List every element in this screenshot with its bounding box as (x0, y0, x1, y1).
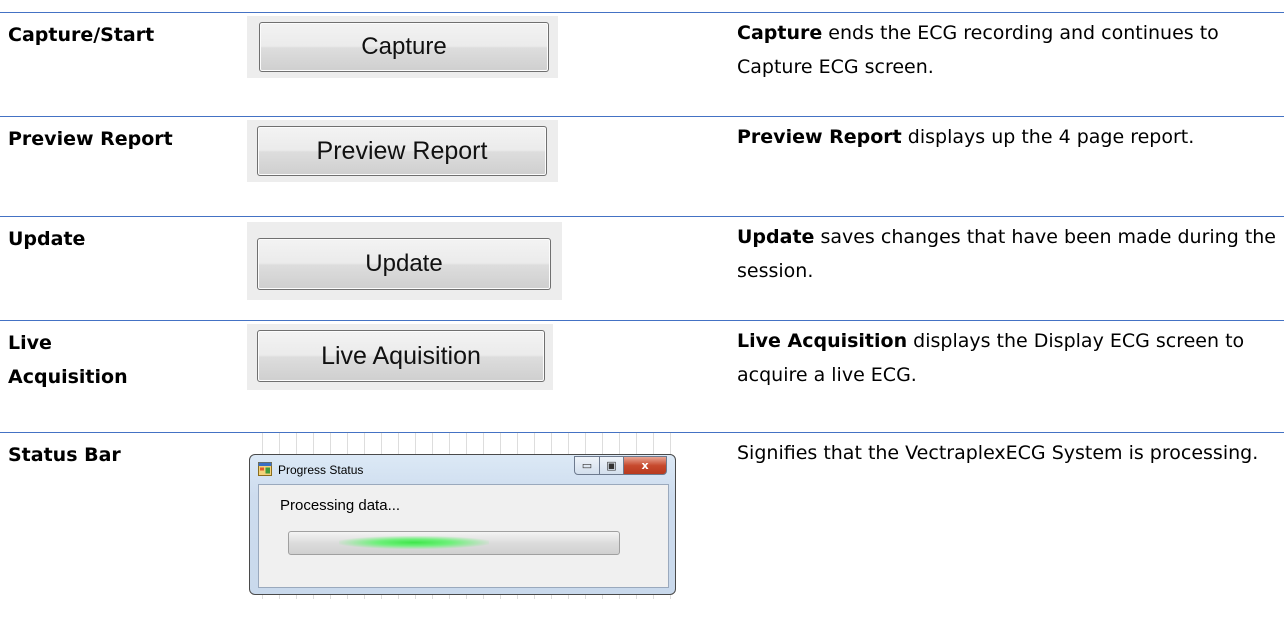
term-label: Capture/Start (8, 24, 155, 46)
capture-button[interactable]: Capture (259, 22, 549, 72)
progress-bar (288, 531, 620, 555)
desc-bold: Preview Report (737, 126, 902, 148)
row-description: Capture ends the ECG recording and conti… (737, 16, 1285, 84)
button-image: Live Aquisition (247, 324, 553, 390)
progress-status-window: Progress Status ▭ ▣ x Processing data... (249, 454, 676, 595)
desc-text: saves changes that have been made during… (737, 226, 1276, 282)
button-image: Update (247, 222, 562, 300)
row-description: Update saves changes that have been made… (737, 220, 1285, 288)
update-button[interactable]: Update (257, 238, 551, 290)
table-row: Preview Report Preview Report Preview Re… (0, 116, 1288, 202)
term-label: Update (8, 228, 86, 250)
row-divider (0, 216, 1284, 217)
table-row: Live Acquisition Live Aquisition Live Ac… (0, 320, 1288, 420)
term-label-line2: Acquisition (8, 366, 128, 388)
term-label: Preview Report (8, 128, 173, 150)
window-title: Progress Status (278, 463, 364, 477)
desc-bold: Live Acquisition (737, 330, 908, 352)
app-window-icon (258, 462, 272, 476)
close-button[interactable]: x (623, 456, 667, 475)
term-label: Status Bar (8, 444, 121, 466)
maximize-button[interactable]: ▣ (599, 456, 624, 475)
button-image: Preview Report (247, 120, 558, 182)
row-divider (0, 116, 1284, 117)
term-label-line1: Live (8, 332, 52, 354)
desc-bold: Update (737, 226, 815, 248)
processing-message: Processing data... (280, 497, 401, 514)
desc-bold: Capture (737, 22, 823, 44)
row-divider (0, 320, 1284, 321)
live-acquisition-button[interactable]: Live Aquisition (257, 330, 545, 382)
row-description: Live Acquisition displays the Display EC… (737, 324, 1285, 392)
preview-report-button[interactable]: Preview Report (257, 126, 547, 176)
row-divider (0, 12, 1284, 13)
row-description: Signifies that the VectraplexECG System … (737, 442, 1259, 464)
progress-bar-fill (339, 536, 490, 549)
desc-text: displays up the 4 page report. (901, 126, 1195, 148)
table-row: Update Update Update saves changes that … (0, 216, 1288, 306)
button-image: Capture (247, 16, 558, 78)
legend-table: Capture/Start Capture Capture ends the E… (0, 0, 1288, 621)
minimize-button[interactable]: ▭ (574, 456, 600, 475)
table-row: Capture/Start Capture Capture ends the E… (0, 12, 1288, 102)
row-description: Preview Report displays up the 4 page re… (737, 120, 1285, 154)
